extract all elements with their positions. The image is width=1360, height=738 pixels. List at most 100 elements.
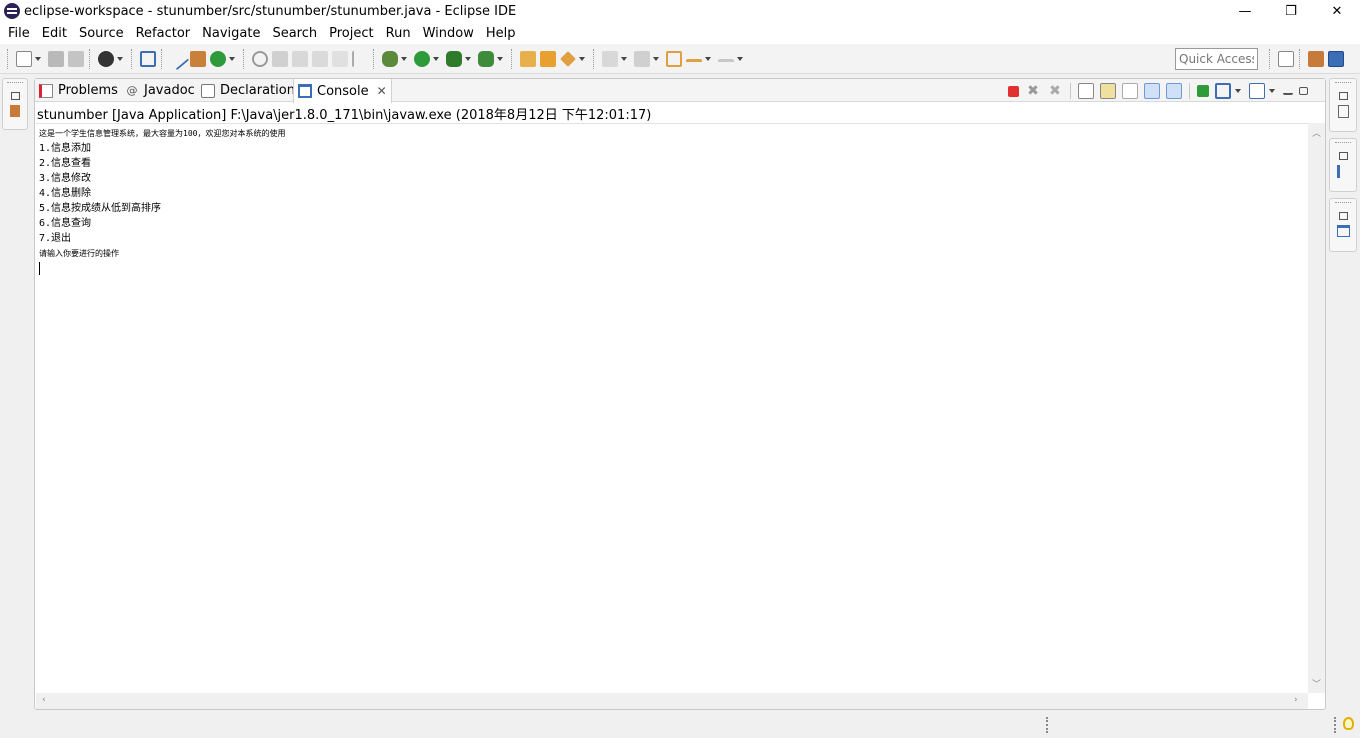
right-trim-stack [1329,198,1357,252]
menu-file[interactable]: File [2,26,36,41]
menu-source[interactable]: Source [73,26,130,41]
next-annotation-dropdown-icon[interactable] [620,51,628,67]
open-console-icon[interactable] [1249,83,1265,99]
view-window-icon[interactable] [1336,225,1350,237]
maximize-view-icon[interactable] [1299,87,1308,95]
vertical-scrollbar[interactable]: ︿ ﹀ [1308,123,1325,693]
restore-icon[interactable] [1338,92,1348,100]
horizontal-scrollbar[interactable]: ‹ › [36,693,1308,709]
show-console-on-stdout-icon[interactable] [1144,83,1160,99]
prev-annotation-dropdown-icon[interactable] [652,51,660,67]
trim-grip[interactable] [1335,82,1351,86]
toggle-block-selection-icon[interactable] [292,51,308,67]
last-edit-location-icon[interactable] [666,51,682,67]
scroll-down-icon[interactable]: ﹀ [1312,677,1321,690]
task-list-icon[interactable] [1337,105,1349,118]
word-wrap-icon[interactable] [312,51,328,67]
profile-icon[interactable] [98,51,114,67]
console-line: 3.信息修改 [39,173,92,184]
console-view-icon[interactable] [140,51,156,67]
pin-console-icon[interactable] [1197,85,1209,97]
back-dropdown-icon[interactable] [704,51,712,67]
pin-icon[interactable] [560,51,576,67]
new-java-class-icon[interactable] [210,51,226,67]
back-arrow-icon[interactable] [686,59,702,65]
coverage-dropdown-icon[interactable] [464,51,472,67]
debug-perspective-icon[interactable] [1308,51,1324,67]
clear-console-icon[interactable] [1078,83,1094,99]
outline-icon[interactable] [1337,165,1349,178]
scroll-up-icon[interactable]: ︿ [1312,126,1321,139]
debug-icon[interactable] [382,51,398,67]
scroll-right-icon[interactable]: › [1294,695,1298,705]
open-console-dropdown-icon[interactable] [1268,83,1276,99]
menu-search[interactable]: Search [266,26,323,41]
new-dropdown-icon[interactable] [34,51,42,67]
trim-grip[interactable] [1335,202,1351,206]
display-console-dropdown-icon[interactable] [1234,83,1242,99]
forward-arrow-icon[interactable] [718,59,734,65]
status-grip[interactable] [1334,717,1338,733]
tab-console[interactable]: Console ✕ [293,79,392,103]
toolbar-grip[interactable] [7,49,11,69]
open-type-icon[interactable] [190,51,206,67]
pilcrow-icon[interactable] [352,51,368,67]
terminate-icon[interactable] [1008,85,1019,97]
scroll-lock-icon[interactable] [1100,83,1116,99]
tab-problems[interactable]: Problems [35,79,122,102]
open-perspective-icon[interactable] [1278,51,1294,67]
package-explorer-icon[interactable] [10,105,20,117]
save-icon[interactable] [48,51,64,67]
open-task-icon[interactable] [540,51,556,67]
java-perspective-icon[interactable] [1328,51,1344,67]
menu-edit[interactable]: Edit [36,26,73,41]
menu-help[interactable]: Help [480,26,522,41]
quick-access-input[interactable] [1175,48,1258,70]
external-tools-icon[interactable] [478,51,494,67]
open-folder-icon[interactable] [520,51,536,67]
trim-grip[interactable] [1335,142,1351,146]
skip-breakpoints-icon[interactable] [166,47,190,71]
run-dropdown-icon[interactable] [432,51,440,67]
new-class-dropdown-icon[interactable] [228,51,236,67]
menu-window[interactable]: Window [417,26,480,41]
scroll-left-icon[interactable]: ‹ [42,695,46,705]
new-file-icon[interactable] [16,51,32,67]
save-all-icon[interactable] [68,51,84,67]
remove-all-terminated-icon[interactable]: ✖ [1047,83,1063,99]
prev-annotation-icon[interactable] [634,51,650,67]
trim-grip[interactable] [7,82,23,86]
search-icon[interactable] [252,51,268,67]
restore-icon[interactable] [10,92,20,100]
tab-declaration[interactable]: Declaration [197,79,299,102]
show-whitespace-icon[interactable] [332,51,348,67]
restore-icon[interactable] [1338,152,1348,160]
restore-button[interactable]: ❐ [1268,0,1314,22]
menu-run[interactable]: Run [380,26,417,41]
debug-dropdown-icon[interactable] [400,51,408,67]
forward-dropdown-icon[interactable] [736,51,744,67]
console-output[interactable]: 这是一个学生信息管理系统，最大容量为100，欢迎您对本系统的使用 1.信息添加 … [36,123,1308,694]
restore-icon[interactable] [1338,212,1348,220]
coverage-icon[interactable] [446,51,462,67]
close-icon[interactable]: ✕ [377,84,387,98]
lightbulb-icon[interactable] [1343,717,1354,730]
show-console-on-stderr-icon[interactable] [1166,83,1182,99]
tab-javadoc[interactable]: @ Javadoc [121,79,199,102]
pin-dropdown-icon[interactable] [578,51,586,67]
close-button[interactable]: ✕ [1314,0,1360,22]
toggle-mark-occurrences-icon[interactable] [272,51,288,67]
run-icon[interactable] [414,51,430,67]
profile-dropdown-icon[interactable] [116,51,124,67]
remove-launch-icon[interactable]: ✖ [1025,83,1041,99]
menu-navigate[interactable]: Navigate [196,26,266,41]
next-annotation-icon[interactable] [602,51,618,67]
external-tools-dropdown-icon[interactable] [496,51,504,67]
status-grip[interactable] [1046,717,1050,733]
minimize-view-icon[interactable] [1283,87,1293,95]
menu-project[interactable]: Project [323,26,379,41]
minimize-button[interactable]: — [1222,0,1268,22]
display-selected-console-icon[interactable] [1215,83,1231,99]
word-wrap-icon[interactable] [1122,83,1138,99]
menu-refactor[interactable]: Refactor [130,26,197,41]
